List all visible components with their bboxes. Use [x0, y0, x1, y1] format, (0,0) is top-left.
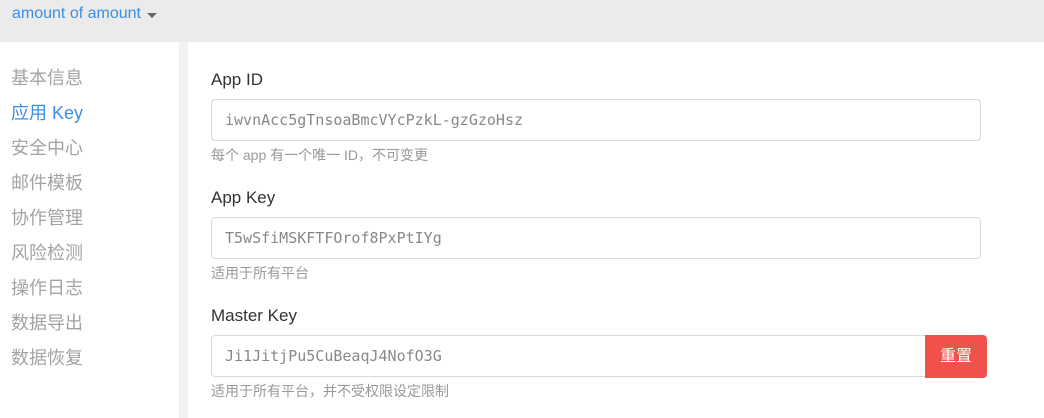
- master-key-help-text: 适用于所有平台，并不受权限设定限制: [211, 383, 449, 399]
- app-key-label: App Key: [211, 188, 276, 207]
- app-switcher-label[interactable]: amount of amount: [12, 5, 141, 23]
- sidebar-item-operation-log[interactable]: 操作日志: [11, 276, 83, 300]
- sidebar-item-security-center[interactable]: 安全中心: [11, 136, 83, 160]
- sidebar-divider: [180, 42, 188, 418]
- sidebar-item-email-templates[interactable]: 邮件模板: [11, 171, 83, 195]
- master-key-label: Master Key: [211, 306, 297, 325]
- sidebar-item-data-recovery[interactable]: 数据恢复: [11, 346, 83, 370]
- sidebar-item-collaboration[interactable]: 协作管理: [11, 206, 83, 230]
- app-id-field[interactable]: iwvnAcc5gTnsoaBmcVYcPzkL-gzGzoHsz: [211, 99, 981, 141]
- app-id-label: App ID: [211, 70, 263, 89]
- master-key-field[interactable]: Ji1JitjPu5CuBeaqJ4NofO3G: [211, 335, 926, 377]
- caret-down-icon[interactable]: [146, 12, 157, 18]
- sidebar-item-risk-detection[interactable]: 风险检测: [11, 241, 83, 265]
- sidebar-item-basic-info[interactable]: 基本信息: [11, 66, 83, 90]
- app-switcher-dropdown[interactable]: amount of amount: [12, 5, 157, 23]
- sidebar-item-data-export[interactable]: 数据导出: [11, 311, 83, 335]
- top-bar: amount of amount: [0, 0, 1044, 42]
- reset-master-key-button[interactable]: 重置: [925, 335, 987, 378]
- sidebar: 基本信息 应用 Key 安全中心 邮件模板 协作管理 风险检测 操作日志 数据导…: [0, 42, 180, 418]
- app-key-help-text: 适用于所有平台: [211, 265, 309, 281]
- app-key-field[interactable]: T5wSfiMSKFTFOrof8PxPtIYg: [211, 217, 981, 259]
- sidebar-item-app-key[interactable]: 应用 Key: [11, 101, 83, 125]
- app-id-help-text: 每个 app 有一个唯一 ID，不可变更: [211, 147, 429, 163]
